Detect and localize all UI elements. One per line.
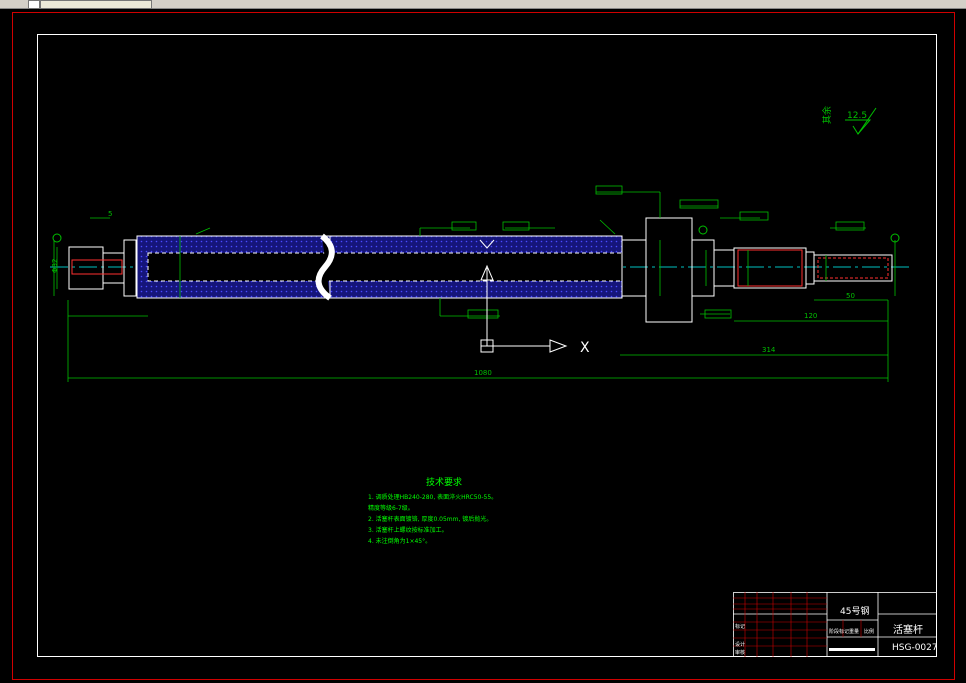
left-end — [68, 239, 137, 297]
piston-collar — [621, 217, 735, 323]
cad-drawing[interactable]: 1080 314 120 50 5 Φ32 其余 12.5 X — [0, 0, 966, 683]
tech-req-line: 2. 活塞杆表面镀铬, 厚度0.05mm, 镀后抛光。 — [368, 516, 493, 523]
title-label: 审核 — [735, 650, 746, 656]
roughness-label: 其余 — [821, 106, 833, 124]
ucs-x-label: X — [580, 340, 590, 356]
tech-req-line: 4. 未注倒角为1×45°。 — [368, 538, 432, 545]
rod-body — [136, 233, 623, 301]
dim-span-50: 50 — [846, 292, 855, 300]
roughness-symbol: 其余 12.5 — [821, 106, 877, 135]
dim-tiny-5: 5 — [108, 210, 112, 218]
dim-span-right: 314 — [762, 346, 776, 354]
dim-span-120: 120 — [804, 312, 817, 320]
title-label: 重量 — [849, 629, 860, 635]
title-scale-label: 比例 — [864, 629, 875, 635]
tech-requirements: 技术要求 1. 调质处理HB240-280, 表面淬火HRC50-55。 精度等… — [368, 478, 497, 547]
dim-total-length: 1080 — [474, 369, 492, 377]
tech-req-title: 技术要求 — [426, 478, 463, 488]
title-drawing-no: HSG-0027 — [892, 643, 938, 653]
dim-left-dia: Φ32 — [51, 259, 59, 273]
title-part-name: 活塞杆 — [893, 625, 923, 636]
tech-req-line: 精度等级6-7级。 — [368, 505, 414, 512]
right-end — [733, 247, 893, 289]
tech-req-line: 1. 调质处理HB240-280, 表面淬火HRC50-55。 — [368, 494, 498, 501]
title-label: 设计 — [735, 642, 746, 648]
title-label: 阶段标记 — [829, 629, 850, 635]
title-material: 45号钢 — [840, 607, 870, 617]
title-label: 标记 — [735, 624, 746, 630]
tech-req-line: 3. 活塞杆上螺纹按标准加工。 — [368, 527, 448, 534]
